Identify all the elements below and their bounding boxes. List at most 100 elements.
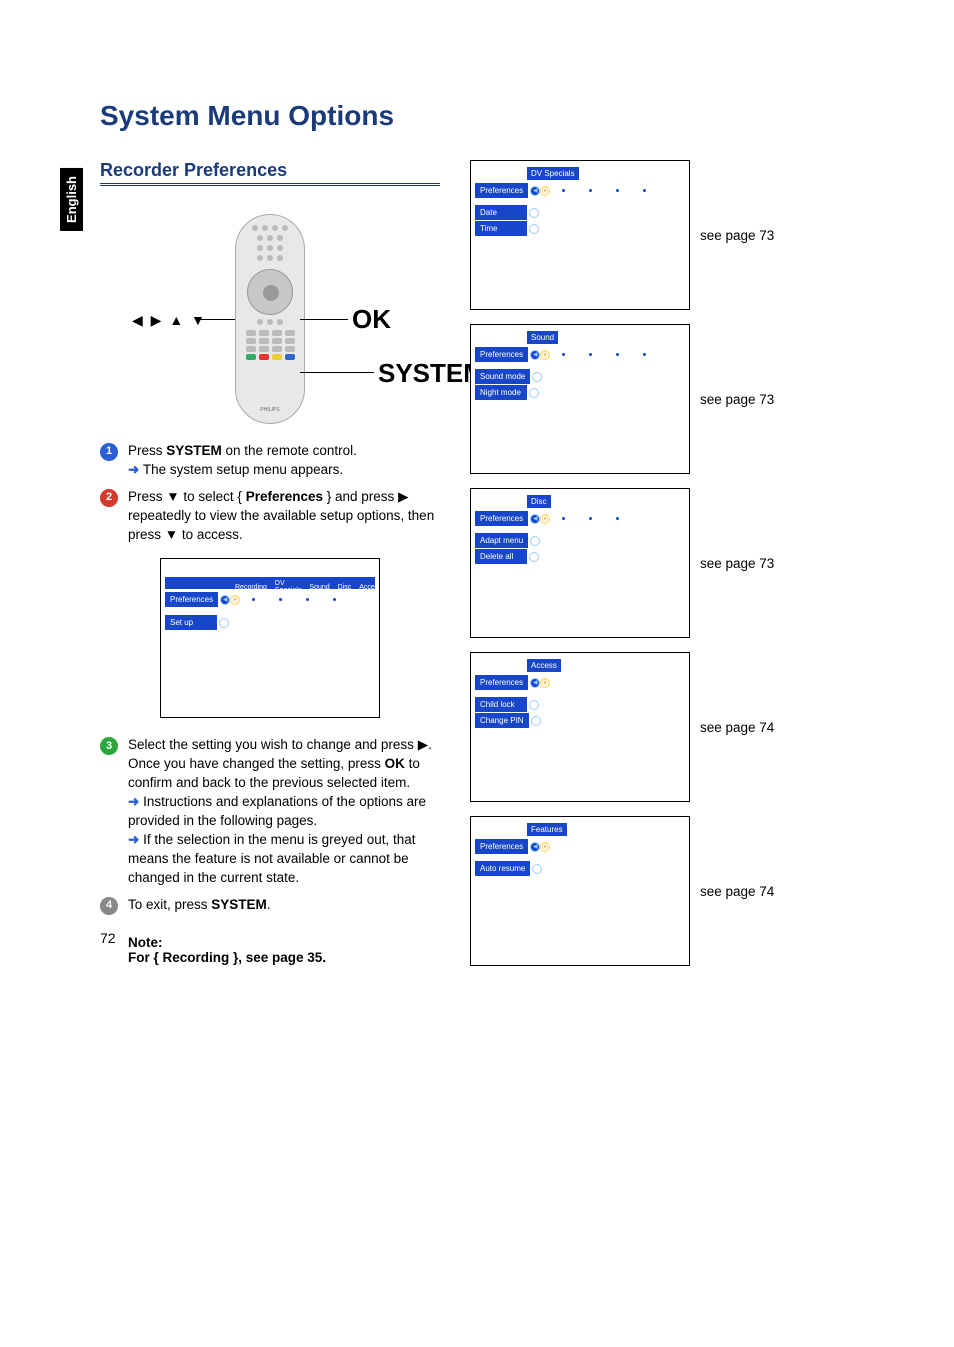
nav-circle-icon: ◀ (530, 678, 540, 688)
step-3: 3 Select the setting you wish to change … (100, 736, 440, 887)
step-number-3: 3 (100, 737, 118, 755)
menu-entry-dvspecials: DV Specials Preferences ◀ ⦿ Date Time se… (470, 160, 870, 310)
menu-entry-access: Access Preferences ◀ ⦿ Child lock Change… (470, 652, 870, 802)
col-disc: Disc (336, 583, 354, 592)
preferences-row: Preferences (475, 675, 528, 690)
menu-screen-dvspecials: DV Specials Preferences ◀ ⦿ Date Time (470, 160, 690, 310)
result-arrow-icon: ➜ (128, 794, 139, 809)
remote-body: PHILIPS (235, 214, 305, 424)
step1-text: Press (128, 443, 166, 458)
col-access: Access (357, 583, 380, 592)
nav-circle-icon: ◀ (530, 186, 540, 196)
menu-entry-disc: Disc Preferences ◀ ⦿ Adapt menu Delete a… (470, 488, 870, 638)
note-block: Note: For { Recording }, see page 35. (100, 935, 440, 965)
menu-item: Child lock (475, 697, 527, 712)
menu-screen-sound: Sound Preferences ◀ ⦿ Sound mode Night m… (470, 324, 690, 474)
page-title: System Menu Options (100, 100, 874, 132)
menu-entry-sound: Sound Preferences ◀ ⦿ Sound mode Night m… (470, 324, 870, 474)
menu-item-setup: Set up (165, 615, 217, 630)
see-page-ref: see page 74 (700, 884, 774, 899)
section-heading: Recorder Preferences (100, 160, 440, 186)
ok-callout: OK (352, 304, 391, 335)
selected-col-icon: ⦿ (540, 678, 550, 688)
menu-item: Date (475, 205, 527, 220)
selected-header: Features (527, 823, 567, 836)
result-arrow-icon: ➜ (128, 462, 139, 477)
col-sound: Sound (307, 583, 331, 592)
step3-result2: If the selection in the menu is greyed o… (128, 832, 415, 885)
menu-item-circle-icon (529, 208, 539, 218)
preferences-row: Preferences (475, 839, 528, 854)
step3-ok: OK (385, 756, 405, 771)
step-4: 4 To exit, press SYSTEM. (100, 896, 440, 915)
system-callout: SYSTEM (378, 358, 485, 389)
nav-arrows-callout: ◀ ▶ ▲ ▼ (132, 312, 207, 329)
step3-result1: Instructions and explanations of the opt… (128, 794, 426, 828)
menu-item-circle-icon (532, 372, 542, 382)
right-arrow-icon: ▶ (398, 489, 408, 504)
down-arrow-icon: ▼ (166, 489, 179, 504)
page-number: 72 (100, 930, 116, 946)
note-title: Note: (128, 935, 163, 950)
selected-col-icon: ⦿ (540, 842, 550, 852)
selected-header: Sound (527, 331, 558, 344)
remote-nav-pad (247, 269, 293, 315)
menu-item: Sound mode (475, 369, 530, 384)
col-recording: Recording (233, 583, 269, 592)
callout-line (300, 372, 374, 373)
see-page-ref: see page 73 (700, 556, 774, 571)
menu-screen-disc: Disc Preferences ◀ ⦿ Adapt menu Delete a… (470, 488, 690, 638)
menu-item: Night mode (475, 385, 527, 400)
note-body: For { Recording }, see page 35. (128, 950, 326, 965)
step4-text: To exit, press (128, 897, 211, 912)
menu-screen-features: Features Preferences ◀ ⦿ Auto resume (470, 816, 690, 966)
right-arrow-icon: ▶ (418, 737, 428, 752)
step2-text: Press (128, 489, 166, 504)
see-page-ref: see page 73 (700, 392, 774, 407)
step2-preferences: Preferences (246, 489, 323, 504)
step2-text3: } and press (323, 489, 398, 504)
menu-item: Delete all (475, 549, 527, 564)
menu-item-circle-icon (529, 224, 539, 234)
preferences-row: Preferences (165, 592, 218, 607)
nav-circle-icon: ◀ (530, 842, 540, 852)
menu-item-circle-icon (532, 864, 542, 874)
nav-circle-icon: ◀ (530, 350, 540, 360)
menu-item: Adapt menu (475, 533, 528, 548)
menu-item-circle-icon (531, 716, 541, 726)
see-page-ref: see page 73 (700, 228, 774, 243)
remote-brand: PHILIPS (260, 407, 279, 413)
selected-header: Access (527, 659, 561, 672)
nav-circle-icon: ◀ (530, 514, 540, 524)
step-1: 1 Press SYSTEM on the remote control. ➜ … (100, 442, 440, 480)
step-number-4: 4 (100, 897, 118, 915)
preferences-row: Preferences (475, 347, 528, 362)
step1-result: The system setup menu appears. (139, 462, 343, 477)
nav-circle-icon: ◀ (220, 595, 230, 605)
step4-text2: . (267, 897, 271, 912)
selected-col-icon: ⦿ (540, 350, 550, 360)
step1-system: SYSTEM (166, 443, 222, 458)
remote-illustration: ◀ ▶ ▲ ▼ PHILIPS OK (100, 204, 440, 434)
preferences-row: Preferences (475, 183, 528, 198)
step-number-2: 2 (100, 489, 118, 507)
menu-item-circle-icon (529, 700, 539, 710)
menu-entry-features: Features Preferences ◀ ⦿ Auto resume see… (470, 816, 870, 966)
step3-text: Select the setting you wish to change an… (128, 737, 418, 752)
step-number-1: 1 (100, 443, 118, 461)
step4-system: SYSTEM (211, 897, 267, 912)
selected-col-icon: ⦿ (540, 186, 550, 196)
selected-col-icon: ⦿ (230, 595, 240, 605)
dot-line (240, 598, 348, 601)
menu-item-circle-icon (529, 388, 539, 398)
callout-line (300, 319, 348, 320)
step-2: 2 Press ▼ to select { Preferences } and … (100, 488, 440, 545)
step2-text2: to select { (180, 489, 246, 504)
language-tab: English (60, 168, 83, 231)
menu-item: Time (475, 221, 527, 236)
selected-col-icon: ⦿ (540, 514, 550, 524)
menu-item: Auto resume (475, 861, 530, 876)
menu-screen-access: Access Preferences ◀ ⦿ Child lock Change… (470, 652, 690, 802)
selected-header: DV Specials (527, 167, 579, 180)
step2-text5: to access. (178, 527, 243, 542)
